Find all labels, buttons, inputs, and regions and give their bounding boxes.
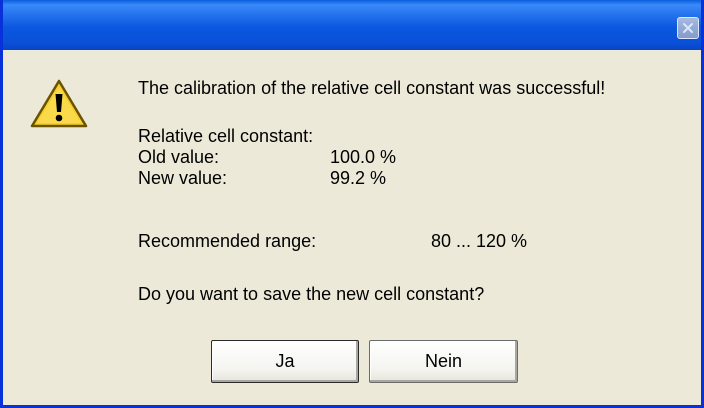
yes-button[interactable]: Ja	[211, 340, 359, 383]
close-icon	[683, 23, 693, 33]
no-button[interactable]: Nein	[369, 340, 518, 383]
close-button[interactable]	[677, 17, 699, 39]
recommended-range-value: 80 ... 120 %	[431, 231, 528, 251]
message-text: The calibration of the relative cell con…	[138, 78, 606, 98]
old-value: 100.0 %	[330, 147, 397, 167]
question-text: Do you want to save the new cell constan…	[138, 284, 485, 304]
title-bar[interactable]	[3, 0, 701, 50]
new-value: 99.2 %	[330, 168, 387, 188]
cell-constant-heading: Relative cell constant:	[138, 126, 314, 146]
old-value-label: Old value:	[138, 147, 220, 167]
dialog-window: The calibration of the relative cell con…	[0, 0, 704, 408]
warning-icon	[30, 79, 88, 128]
recommended-range-label: Recommended range:	[138, 231, 317, 251]
new-value-label: New value:	[138, 168, 228, 188]
